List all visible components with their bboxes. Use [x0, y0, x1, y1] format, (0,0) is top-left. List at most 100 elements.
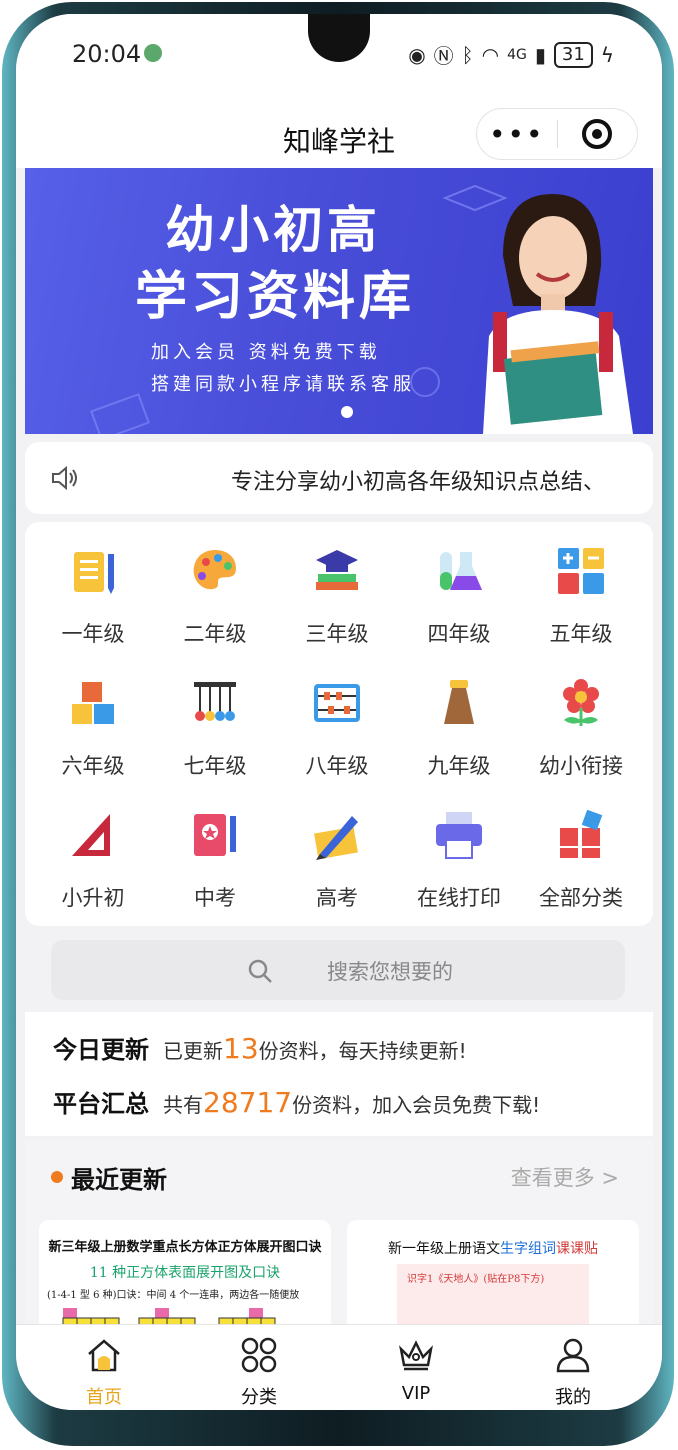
category-kindergarten-bridge[interactable]: 幼小衔接	[520, 664, 642, 786]
card-line: (1-4-1 型 6 种)口诀：中间 4 个一连串，两边各一随便放	[47, 1290, 300, 1301]
category-college-exam[interactable]: 高考	[276, 796, 398, 918]
phone-screen: 20:04 ◉ Ⓝ ᛒ ◠ 4G ▮ 31 ϟ 知峰学社 ••• 幼小初高 学习…	[16, 14, 662, 1410]
notebook-icon	[74, 552, 114, 594]
category-grade-5[interactable]: 五年级	[520, 532, 642, 654]
search-input[interactable]: 搜索您想要的	[51, 940, 625, 1000]
view-more-link[interactable]: 查看更多 >	[511, 1162, 619, 1192]
category-label: 全部分类	[539, 886, 623, 910]
card-title-part: 课课贴	[556, 1241, 598, 1257]
bluetooth-icon: ᛒ	[461, 42, 474, 67]
today-update-row: 今日更新 已更新 13 份资料，每天持续更新!	[53, 1030, 467, 1070]
home-icon	[88, 1339, 120, 1372]
all-categories-icon	[560, 810, 603, 858]
category-grid-icon	[241, 1337, 277, 1373]
stats-section: 今日更新 已更新 13 份资料，每天持续更新! 平台汇总 共有 28717 份资…	[25, 1012, 653, 1136]
status-icons: ◉ Ⓝ ᛒ ◠ 4G ▮ 31 ϟ	[408, 40, 614, 69]
category-label: 五年级	[549, 622, 613, 646]
graduation-cap-icon	[316, 550, 358, 590]
category-label: 六年级	[61, 754, 125, 778]
search-icon	[248, 959, 272, 983]
status-time: 20:04	[72, 40, 142, 68]
battery-level: 31	[561, 43, 585, 65]
target-icon	[582, 119, 613, 149]
tab-label: 首页	[86, 1387, 122, 1408]
category-label: 二年级	[183, 622, 247, 646]
search-section: 搜索您想要的	[25, 926, 653, 1010]
tab-bar: 首页 分类 VIP 我的	[16, 1324, 662, 1410]
category-grade-4[interactable]: 四年级	[398, 532, 520, 654]
category-label: 七年级	[183, 754, 247, 778]
recent-updates-section: 最近更新 查看更多 > 新三年级上册数学重点长方体正方体展开图口诀 11 种正方…	[25, 1140, 653, 1340]
nav-bar: 知峰学社 •••	[16, 98, 662, 168]
card-line: 识字1《天地人》(贴在P8下方)	[407, 1274, 545, 1285]
category-label: 小升初	[61, 886, 125, 910]
pendulum-icon	[194, 682, 236, 721]
wifi-icon: ◠	[481, 42, 500, 67]
flask-icon	[440, 552, 482, 590]
platform-total-title: 平台汇总	[53, 1090, 149, 1118]
charging-icon: ϟ	[600, 42, 614, 67]
today-update-title: 今日更新	[53, 1036, 149, 1064]
banner-subtitle-line2: 搭建同款小程序请联系客服	[151, 374, 415, 395]
blocks-icon	[72, 682, 114, 724]
palette-icon	[193, 550, 236, 590]
banner[interactable]: 幼小初高 学习资料库 加入会员 资料免费下载 搭建同款小程序请联系客服	[25, 168, 653, 434]
today-update-count: 13	[223, 1032, 259, 1065]
set-square-icon	[72, 814, 110, 856]
user-icon	[556, 1338, 590, 1373]
more-dots-icon: •••	[488, 117, 545, 151]
category-label: 九年级	[427, 754, 491, 778]
category-primary-to-middle[interactable]: 小升初	[32, 796, 154, 918]
category-middle-school-exam[interactable]: 中考	[154, 796, 276, 918]
tab-category[interactable]: 分类	[204, 1333, 314, 1408]
search-placeholder: 搜索您想要的	[327, 960, 453, 984]
category-grid: 一年级 二年级 三年级 四年级 五年级 六年级 七年级 八年级 九年级 幼小衔接…	[25, 522, 653, 926]
section-bullet-icon	[51, 1171, 63, 1183]
eye-icon: ◉	[408, 42, 426, 67]
network-label: 4G	[507, 46, 527, 63]
carousel-indicator[interactable]	[341, 406, 353, 418]
printer-icon	[436, 812, 482, 859]
tab-label: VIP	[401, 1383, 431, 1404]
category-grade-8[interactable]: 八年级	[276, 664, 398, 786]
card-title: 新一年级上册语文生字组词课课贴	[347, 1238, 639, 1258]
battery-icon: 31	[553, 41, 593, 68]
banner-title-line1: 幼小初高	[165, 201, 381, 259]
speaker-icon	[52, 466, 77, 490]
category-label: 四年级	[427, 622, 491, 646]
category-grade-2[interactable]: 二年级	[154, 532, 276, 654]
notice-bar[interactable]: 专注分享幼小初高各年级知识点总结、	[25, 442, 653, 514]
tab-vip[interactable]: VIP	[361, 1333, 471, 1405]
category-grade-6[interactable]: 六年级	[32, 664, 154, 786]
platform-total-suffix: 份资料，加入会员免费下载!	[292, 1093, 541, 1117]
recent-card[interactable]: 新一年级上册语文生字组词课课贴 识字1《天地人》(贴在P8下方)	[347, 1220, 639, 1340]
more-button[interactable]: •••	[477, 118, 557, 151]
status-bar: 20:04 ◉ Ⓝ ᛒ ◠ 4G ▮ 31 ϟ	[16, 14, 662, 98]
platform-total-prefix: 共有	[163, 1093, 203, 1117]
category-online-print[interactable]: 在线打印	[398, 796, 520, 918]
category-grade-9[interactable]: 九年级	[398, 664, 520, 786]
close-button[interactable]	[558, 119, 638, 149]
category-label: 中考	[194, 886, 236, 910]
book-pencil-icon	[194, 814, 236, 856]
nfc-icon: Ⓝ	[433, 44, 454, 68]
category-label: 一年级	[61, 622, 125, 646]
tab-mine[interactable]: 我的	[518, 1333, 628, 1408]
category-label: 八年级	[305, 754, 369, 778]
category-all[interactable]: 全部分类	[520, 796, 642, 918]
platform-total-row: 平台汇总 共有 28717 份资料，加入会员免费下载!	[53, 1084, 540, 1124]
recent-updates-title: 最近更新	[71, 1166, 167, 1194]
category-label: 高考	[316, 886, 358, 910]
today-update-prefix: 已更新	[163, 1039, 223, 1063]
card-subtitle: 11 种正方体表面展开图及口诀	[89, 1265, 281, 1281]
tab-home[interactable]: 首页	[49, 1333, 159, 1408]
category-label: 在线打印	[417, 886, 501, 910]
bottle-icon	[444, 680, 474, 724]
banner-title-line2: 学习资料库	[135, 267, 416, 327]
recent-card[interactable]: 新三年级上册数学重点长方体正方体展开图口诀 11 种正方体表面展开图及口诀 (1…	[39, 1220, 331, 1340]
category-grade-3[interactable]: 三年级	[276, 532, 398, 654]
category-grade-1[interactable]: 一年级	[32, 532, 154, 654]
category-grade-7[interactable]: 七年级	[154, 664, 276, 786]
crown-icon	[399, 1340, 433, 1371]
card-title-highlight: 生字组词	[500, 1241, 556, 1257]
